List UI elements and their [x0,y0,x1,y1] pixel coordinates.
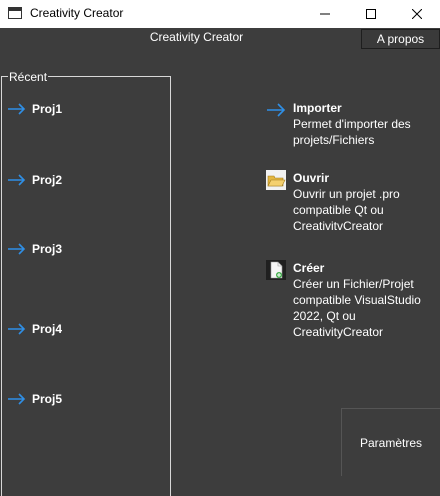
create-description-line: CreativityCreator [293,325,384,339]
recent-project-label: Proj4 [32,322,63,336]
import-description-line: Permet d'importer des [293,117,411,131]
arrow-right-icon [8,323,26,335]
arrow-right-icon [8,393,26,405]
header-title: Creativity Creator [149,30,244,44]
settings-button[interactable]: Paramètres [341,408,440,476]
open-folder-icon [266,170,286,190]
recent-project-label: Proj1 [32,102,63,116]
recent-project-label: Proj3 [32,242,63,256]
open-title: Ouvrir [293,171,330,185]
recent-project-5[interactable]: Proj5 [8,392,62,406]
minimize-button[interactable] [302,0,348,28]
recent-project-4[interactable]: Proj4 [8,322,62,336]
create-description-line: 2022, Qt ou [293,309,356,323]
arrow-right-icon [267,103,286,117]
import-action[interactable]: Importer Permet d'importer des projets/F… [266,100,411,148]
open-action[interactable]: Ouvrir Ouvrir un projet .pro compatible … [266,170,400,234]
recent-projects-group [1,76,171,496]
window-title: Creativity Creator [30,6,124,20]
main-window: Creativity Creator A propos Récent Proj1… [0,28,440,496]
create-action[interactable]: Créer Créer un Fichier/Projet compatible… [266,260,421,340]
close-icon [412,9,422,19]
open-description-line: CreativitvCreator [293,219,384,233]
arrow-right-icon [8,243,26,255]
import-description-line: projets/Fichiers [293,133,375,147]
maximize-icon [366,9,376,19]
recent-project-label: Proj5 [32,392,63,406]
open-description-line: Ouvrir un projet .pro [293,187,400,201]
maximize-button[interactable] [348,0,394,28]
recent-project-1[interactable]: Proj1 [8,102,62,116]
app-window-icon [8,7,22,19]
recent-project-label: Proj2 [32,173,63,187]
import-title: Importer [293,101,342,115]
about-button[interactable]: A propos [361,29,440,49]
close-button[interactable] [394,0,440,28]
recent-project-3[interactable]: Proj3 [8,242,62,256]
recent-group-title: Récent [8,70,49,84]
title-bar: Creativity Creator [0,0,440,28]
create-description-line: compatible VisualStudio [293,293,421,307]
arrow-right-icon [8,103,26,115]
recent-project-2[interactable]: Proj2 [8,173,62,187]
create-description-line: Créer un Fichier/Projet [293,277,414,291]
open-description-line: compatible Qt ou [293,203,384,217]
minimize-icon [320,13,330,15]
create-title: Créer [293,261,325,275]
new-file-icon [266,260,286,280]
arrow-right-icon [8,174,26,186]
